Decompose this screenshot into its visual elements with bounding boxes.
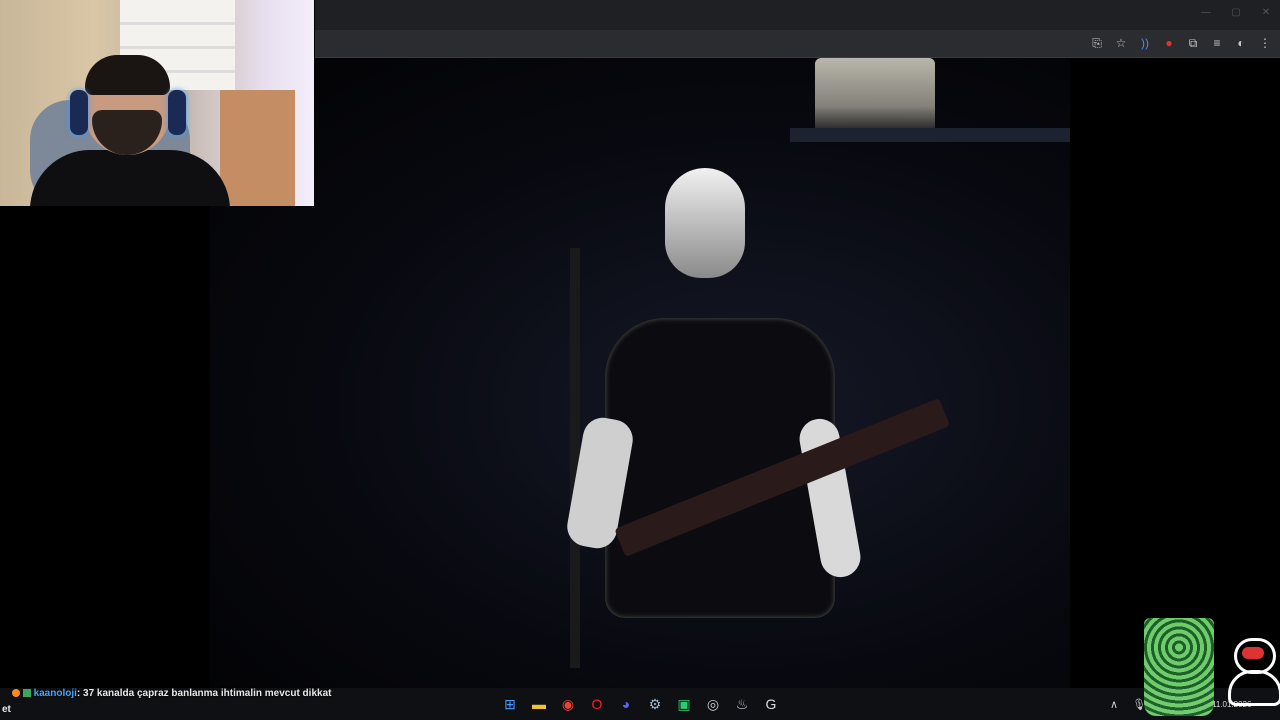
- headphone-right: [168, 90, 186, 135]
- windows-start-icon[interactable]: ⊞: [498, 692, 522, 716]
- streamer-body: [30, 150, 230, 206]
- discord-icon[interactable]: ◕: [614, 692, 638, 716]
- extensions-puzzle-icon[interactable]: ⧉: [1184, 34, 1202, 52]
- install-app-icon[interactable]: ⎘: [1088, 34, 1106, 52]
- opera-icon[interactable]: O: [585, 692, 609, 716]
- system-tray: ∧ 🎙: [1110, 698, 1146, 711]
- window-controls: — ▢ ✕: [1198, 6, 1274, 20]
- stage-light: [815, 58, 935, 138]
- chat-text-continuation: et: [2, 704, 11, 715]
- profile-avatar-icon[interactable]: ◐: [1232, 34, 1250, 52]
- audio-extension-icon[interactable]: )): [1136, 34, 1154, 52]
- taskbar-apps: ⊞ ▬ ◉ O ◕ ⚙ ▣ ◎ ♨ G: [498, 692, 783, 716]
- astronaut-logo-overlay: [1226, 638, 1280, 706]
- brick-wall: [220, 90, 295, 206]
- green-cup-overlay: [1144, 618, 1214, 716]
- red-extension-icon[interactable]: ●: [1160, 34, 1178, 52]
- file-explorer-icon[interactable]: ▬: [527, 692, 551, 716]
- chrome-icon[interactable]: ◉: [556, 692, 580, 716]
- keyboard-stand: [790, 128, 1070, 142]
- streamer-hair: [85, 55, 170, 95]
- close-button[interactable]: ✕: [1258, 6, 1274, 20]
- green-app-icon[interactable]: ▣: [672, 692, 696, 716]
- app-settings-icon[interactable]: ⚙: [643, 692, 667, 716]
- chat-username: kaanoloji: [33, 688, 77, 699]
- toolbar-actions: ⎘ ☆ )) ● ⧉ ≡ ◐ ⋮: [1088, 34, 1274, 52]
- menu-kebab-icon[interactable]: ⋮: [1256, 34, 1274, 52]
- minimize-button[interactable]: —: [1198, 6, 1214, 20]
- maximize-button[interactable]: ▢: [1228, 6, 1244, 20]
- streamer: [30, 55, 230, 206]
- media-controls-icon[interactable]: ≡: [1208, 34, 1226, 52]
- chat-badge-icon: [12, 689, 20, 697]
- video-player[interactable]: [210, 58, 1070, 688]
- guitarist: [564, 168, 864, 688]
- guitarist-head: [665, 168, 745, 278]
- obs-icon[interactable]: ◎: [701, 692, 725, 716]
- bookmark-star-icon[interactable]: ☆: [1112, 34, 1130, 52]
- browser-toolbar: ⎘ ☆ )) ● ⧉ ≡ ◐ ⋮: [315, 30, 1280, 58]
- chat-message: kaanoloji: 37 kanalda çapraz banlanma ih…: [12, 688, 331, 699]
- astronaut-visor: [1242, 647, 1264, 659]
- logitech-g-icon[interactable]: G: [759, 692, 783, 716]
- chat-text: : 37 kanalda çapraz banlanma ihtimalin m…: [76, 688, 332, 699]
- astronaut-body: [1228, 670, 1280, 706]
- tray-chevron-icon[interactable]: ∧: [1110, 698, 1118, 711]
- webcam-overlay: [0, 0, 314, 206]
- browser-titlebar: — ▢ ✕: [315, 0, 1280, 30]
- chat-badge-icon: [22, 689, 31, 697]
- steam-icon[interactable]: ♨: [730, 692, 754, 716]
- headphone-left: [70, 90, 88, 135]
